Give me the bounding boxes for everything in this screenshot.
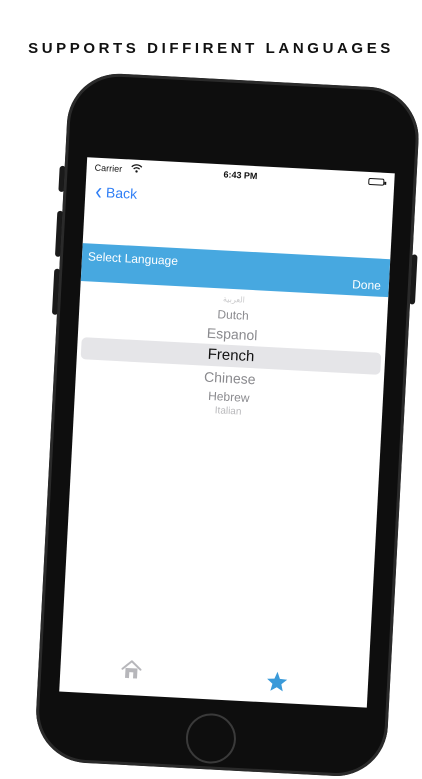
- star-icon[interactable]: [265, 670, 288, 697]
- done-button[interactable]: Done: [352, 277, 381, 292]
- phone-screen: Carrier 6:43 PM ‹ Back Select Language D…: [59, 157, 395, 708]
- phone-mockup: Carrier 6:43 PM ‹ Back Select Language D…: [33, 71, 422, 779]
- phone-body: Carrier 6:43 PM ‹ Back Select Language D…: [33, 71, 422, 779]
- back-button[interactable]: ‹ Back: [94, 178, 138, 206]
- chevron-left-icon: ‹: [94, 178, 103, 206]
- battery-icon: [368, 177, 385, 186]
- home-icon[interactable]: [120, 659, 143, 685]
- tab-bar: [59, 652, 369, 708]
- language-picker[interactable]: العربية Dutch Espanol French Chinese Heb…: [73, 287, 387, 435]
- headline: SUPPORTS DIFFIRENT LANGUAGES: [28, 40, 394, 57]
- toolbar-title: Select Language: [87, 249, 179, 269]
- home-button[interactable]: [184, 712, 238, 765]
- back-label: Back: [105, 184, 138, 202]
